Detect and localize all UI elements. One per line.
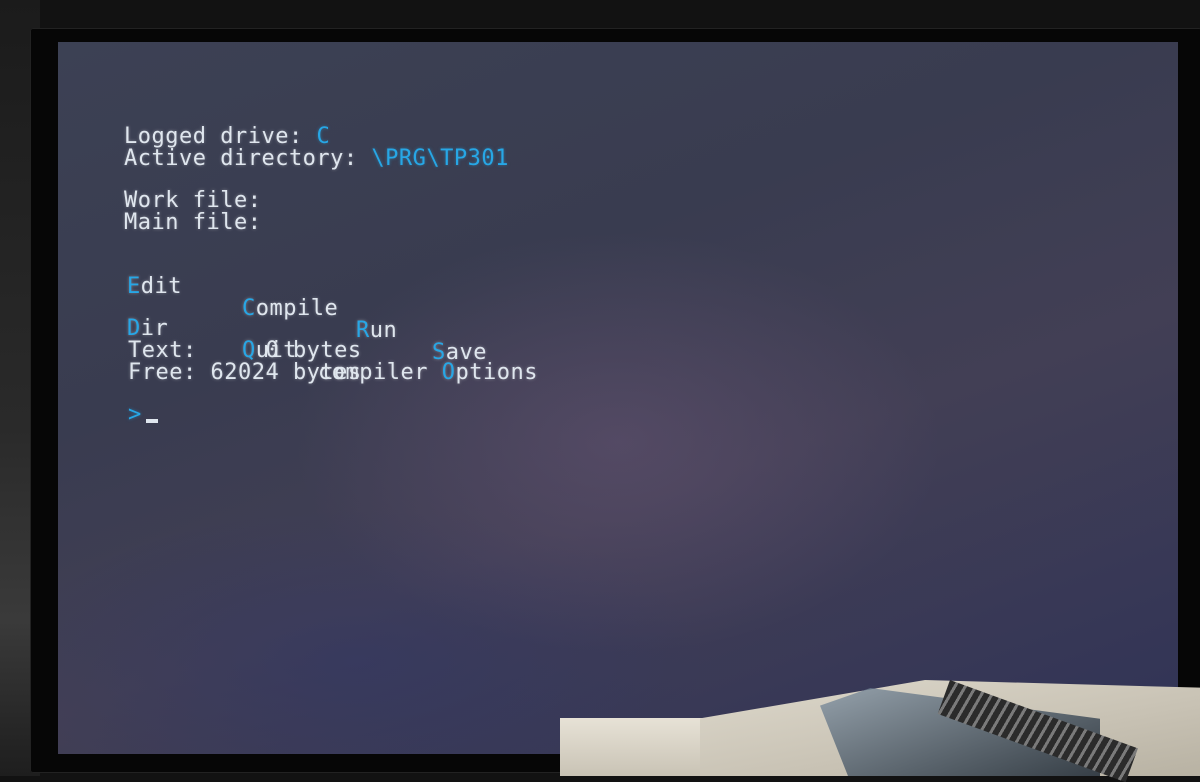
menu-row-1: Edit Compile Run Save xyxy=(124,254,624,364)
monitor-screen: Logged drive: C Active directory: \PRG\T… xyxy=(58,42,1178,754)
free-memory-value: Free: 62024 bytes xyxy=(128,360,362,385)
active-directory-line: Active directory: \PRG\TP301 xyxy=(124,148,509,170)
command-prompt[interactable]: > xyxy=(128,404,158,426)
edit-menu-item[interactable]: Edit xyxy=(127,276,182,298)
main-file-label: Main file: xyxy=(124,210,262,235)
run-menu-item[interactable]: Run xyxy=(356,320,397,342)
active-directory-value: \PRG\TP301 xyxy=(371,146,509,171)
main-file-line: Main file: xyxy=(124,212,261,234)
menu-row-2: Dir Quit compiler Options xyxy=(124,296,624,384)
text-cursor xyxy=(145,419,158,423)
active-directory-label: Active directory: xyxy=(124,146,358,171)
logged-drive-line: Logged drive: C xyxy=(124,126,330,148)
run-label-rest: un xyxy=(369,318,398,343)
compiler-options-hotkey: O xyxy=(441,360,456,385)
dir-menu-item[interactable]: Dir xyxy=(127,318,168,340)
foreground-device xyxy=(560,660,1200,782)
device-front-panel xyxy=(560,718,710,776)
work-file-line: Work file: xyxy=(124,190,261,212)
free-memory-line: Free: 62024 bytes xyxy=(128,362,362,384)
text-size-line: Text: 0 bytes xyxy=(128,340,362,362)
prompt-symbol: > xyxy=(128,402,142,427)
compiler-options-label-rest: ptions xyxy=(455,360,538,385)
